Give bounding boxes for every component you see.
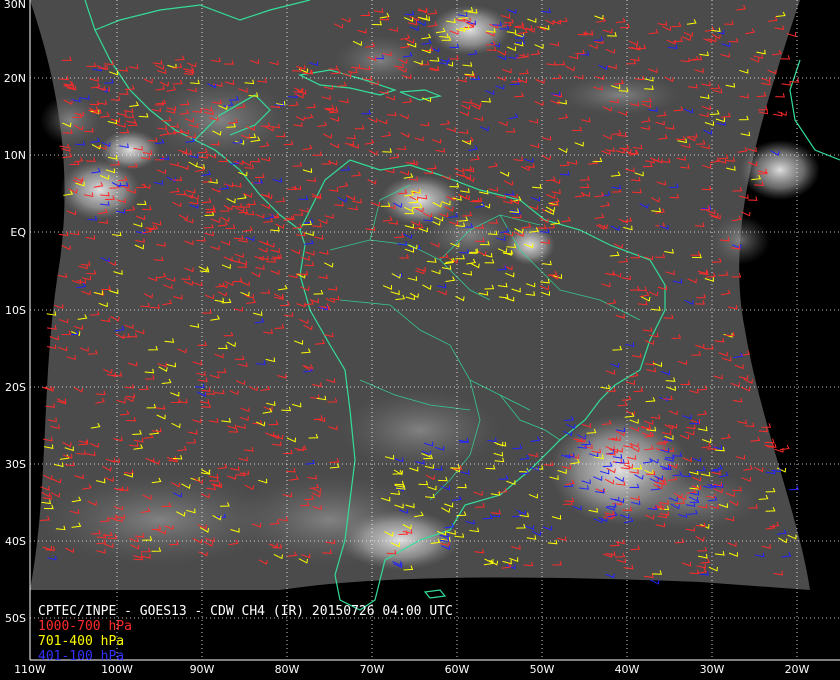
longitude-label: 60W (445, 663, 470, 676)
longitude-label: 50W (530, 663, 555, 676)
latitude-label: EQ (10, 226, 26, 239)
wind-barb (747, 196, 758, 201)
longitude-label: 30W (700, 663, 725, 676)
map-title: CPTEC/INPE - GOES13 - CDW CH4 (IR) 20150… (38, 604, 453, 619)
longitude-label: 40W (615, 663, 640, 676)
longitude-label: 80W (275, 663, 300, 676)
longitude-label: 110W (14, 663, 46, 676)
wind-barb (774, 447, 784, 453)
latitude-label: 30N (4, 0, 26, 11)
falklands (423, 589, 447, 599)
wind-barb (775, 93, 785, 98)
latitude-label: 20S (5, 381, 26, 394)
longitude-label: 20W (785, 663, 810, 676)
legend-low-level: 1000-700 hPa (38, 619, 132, 634)
legend-high-level: 401-100 hPa (38, 649, 125, 664)
wind-barb (789, 485, 799, 491)
wind-barb (779, 444, 790, 451)
latitude-labels: 30N 20N 10N EQ 10S 20S 30S 40S 50S (4, 0, 27, 625)
latitude-label: 50S (5, 612, 26, 625)
wind-barb (780, 55, 791, 60)
longitude-labels: 110W 100W 90W 80W 70W 60W 50W 40W 30W 20W (14, 663, 809, 676)
latitude-label: 20N (4, 72, 26, 85)
latitude-label: 10S (5, 304, 26, 317)
legend-mid-level: 701-400 hPa (38, 634, 125, 649)
latitude-label: 30S (5, 458, 26, 471)
latitude-label: 40S (5, 535, 26, 548)
longitude-label: 100W (101, 663, 133, 676)
latitude-label: 10N (4, 149, 26, 162)
satellite-wind-map: 30N 20N 10N EQ 10S 20S 30S 40S 50S 110W 100W 90W 80… (4, 0, 840, 676)
longitude-label: 90W (190, 663, 215, 676)
wind-barb (781, 81, 792, 86)
longitude-label: 70W (360, 663, 385, 676)
